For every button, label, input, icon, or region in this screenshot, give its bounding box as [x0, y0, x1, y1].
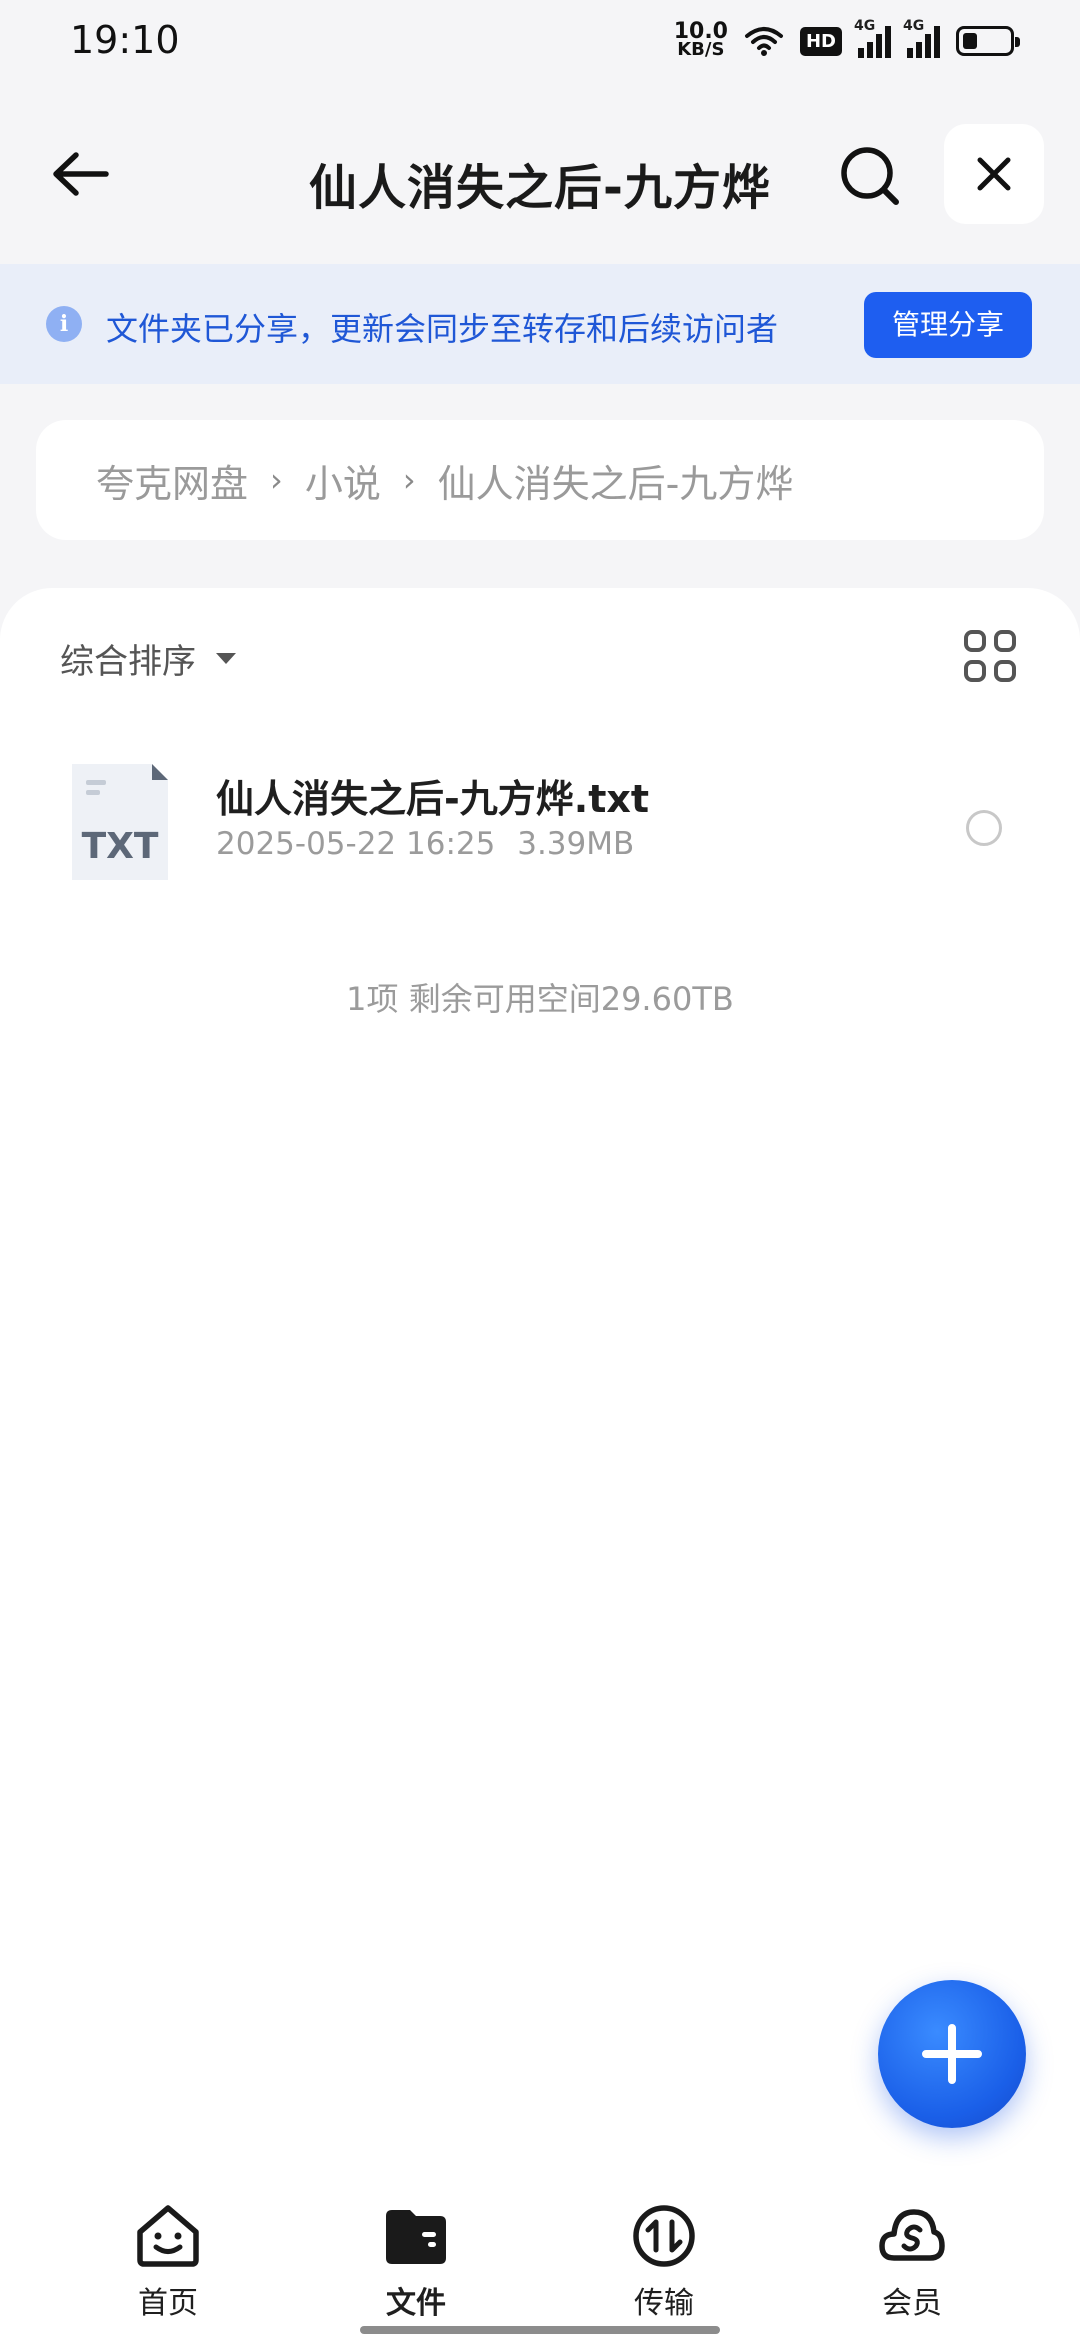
tab-files[interactable]: 文件	[336, 2190, 496, 2321]
signal-label-2: 4G	[903, 18, 925, 34]
storage-footer: 1项 剩余可用空间29.60TB	[346, 980, 734, 1018]
file-name: 仙人消失之后-九方烨.txt	[216, 777, 650, 821]
signal-label: 4G	[854, 18, 876, 34]
status-icons: 10.0 KB/S HD 4G 4G	[674, 18, 1020, 64]
sort-dropdown[interactable]: 综合排序	[60, 634, 236, 683]
battery-level	[963, 33, 977, 49]
breadcrumb-item-root[interactable]: 夸克网盘	[96, 453, 248, 508]
close-icon	[977, 157, 1011, 191]
file-row[interactable]: TXT 仙人消失之后-九方烨.txt 2025-05-22 16:25 3.39…	[0, 748, 1080, 888]
file-type-label: TXT	[82, 826, 159, 867]
cell-signal-icon: 4G	[854, 18, 891, 58]
file-date: 2025-05-22 16:25	[216, 826, 496, 862]
search-icon	[841, 147, 899, 205]
file-meta: 2025-05-22 16:25 3.39MB	[216, 826, 634, 862]
file-select-checkbox[interactable]	[966, 810, 1002, 846]
share-banner-text: 文件夹已分享，更新会同步至转存和后续访问者	[106, 310, 779, 348]
tab-label: 传输	[634, 2286, 694, 2321]
battery-icon	[956, 26, 1020, 56]
chevron-right-icon: ›	[270, 461, 283, 499]
status-bar: 19:10 10.0 KB/S HD 4G 4G	[0, 0, 1080, 84]
tab-label: 首页	[138, 2286, 198, 2321]
chevron-right-icon: ›	[402, 461, 416, 499]
home-indicator[interactable]	[360, 2326, 720, 2334]
network-speed: 10.0 KB/S	[674, 21, 728, 60]
home-face-icon	[137, 2205, 199, 2267]
breadcrumb-item-novels[interactable]: 小说	[305, 453, 381, 508]
close-button[interactable]	[944, 124, 1044, 224]
page-title: 仙人消失之后-九方烨	[309, 160, 771, 216]
wifi-icon	[744, 27, 783, 56]
file-size: 3.39MB	[517, 826, 635, 862]
tab-bar: 首页 文件 传输 会员	[0, 2190, 1080, 2340]
breadcrumb: 夸克网盘 › 小说 › 仙人消失之后-九方烨	[36, 420, 1044, 540]
header: 仙人消失之后-九方烨	[0, 120, 1080, 230]
add-button[interactable]	[878, 1980, 1026, 2128]
txt-file-icon: TXT	[72, 764, 168, 880]
caret-down-icon	[216, 653, 236, 664]
folder-icon	[386, 2210, 446, 2264]
tab-home[interactable]: 首页	[88, 2190, 248, 2321]
tab-label: 文件	[386, 2286, 446, 2321]
sort-label: 综合排序	[60, 642, 196, 682]
share-banner: i 文件夹已分享，更新会同步至转存和后续访问者 管理分享	[0, 264, 1080, 384]
grid-view-icon[interactable]	[964, 630, 1016, 682]
tab-label: 会员	[882, 2286, 942, 2321]
tab-transfer[interactable]: 传输	[584, 2190, 744, 2321]
network-speed-unit: KB/S	[677, 39, 725, 60]
breadcrumb-item-current: 仙人消失之后-九方烨	[437, 461, 794, 506]
tab-vip[interactable]: 会员	[832, 2190, 992, 2321]
manage-share-button[interactable]: 管理分享	[864, 292, 1032, 358]
transfer-icon	[633, 2205, 695, 2267]
status-time: 19:10	[70, 18, 180, 62]
cell-signal-icon-2: 4G	[903, 18, 940, 58]
search-button[interactable]	[832, 138, 908, 214]
plus-icon	[922, 2024, 982, 2084]
info-icon: i	[46, 306, 82, 342]
hd-badge: HD	[799, 26, 842, 56]
vip-cloud-icon	[879, 2209, 945, 2261]
